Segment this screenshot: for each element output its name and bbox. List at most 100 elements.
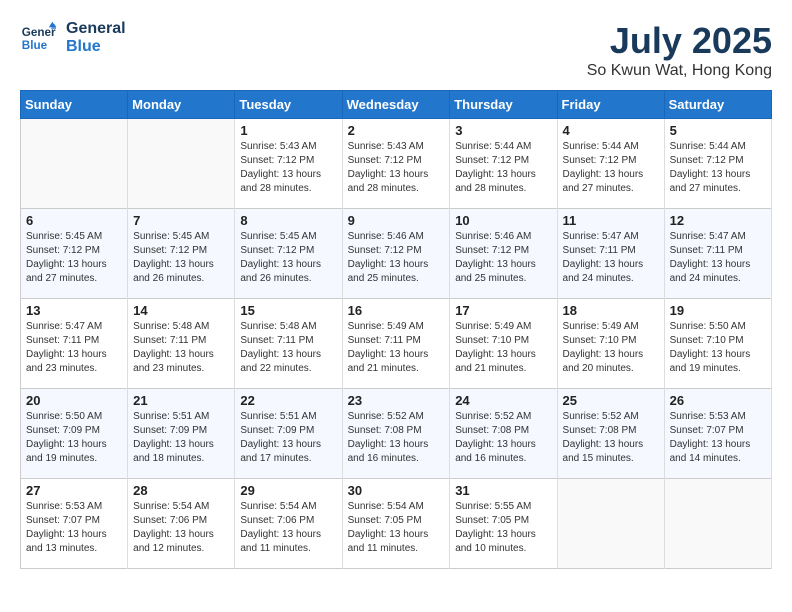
day-number: 19 xyxy=(670,303,766,318)
weekday-header-sunday: Sunday xyxy=(21,91,128,119)
day-info: Sunrise: 5:51 AMSunset: 7:09 PMDaylight:… xyxy=(133,410,229,466)
day-cell: 7 Sunrise: 5:45 AMSunset: 7:12 PMDaylight… xyxy=(128,209,235,299)
day-number: 27 xyxy=(26,483,122,498)
day-cell: 18 Sunrise: 5:49 AMSunset: 7:10 PMDayligh… xyxy=(557,299,664,389)
day-number: 31 xyxy=(455,483,551,498)
day-info: Sunrise: 5:54 AMSunset: 7:06 PMDaylight:… xyxy=(240,500,336,556)
day-cell: 12 Sunrise: 5:47 AMSunset: 7:11 PMDayligh… xyxy=(664,209,771,299)
day-cell: 17 Sunrise: 5:49 AMSunset: 7:10 PMDayligh… xyxy=(450,299,557,389)
logo-icon: General Blue xyxy=(20,20,56,56)
day-info: Sunrise: 5:53 AMSunset: 7:07 PMDaylight:… xyxy=(670,410,766,466)
week-row-5: 27 Sunrise: 5:53 AMSunset: 7:07 PMDayligh… xyxy=(21,479,772,569)
day-cell xyxy=(664,479,771,569)
day-number: 20 xyxy=(26,393,122,408)
day-number: 29 xyxy=(240,483,336,498)
day-info: Sunrise: 5:44 AMSunset: 7:12 PMDaylight:… xyxy=(670,140,766,196)
weekday-header-saturday: Saturday xyxy=(664,91,771,119)
day-cell: 30Sunrise: 5:54 AMSunset: 7:05 PMDayligh… xyxy=(342,479,450,569)
day-info: Sunrise: 5:46 AMSunset: 7:12 PMDaylight:… xyxy=(348,230,445,286)
day-cell: 16Sunrise: 5:49 AMSunset: 7:11 PMDayligh… xyxy=(342,299,450,389)
day-number: 22 xyxy=(240,393,336,408)
day-cell: 1 Sunrise: 5:43 AMSunset: 7:12 PMDaylight… xyxy=(235,119,342,209)
day-number: 21 xyxy=(133,393,229,408)
weekday-header-friday: Friday xyxy=(557,91,664,119)
day-number: 12 xyxy=(670,213,766,228)
day-info: Sunrise: 5:47 AMSunset: 7:11 PMDaylight:… xyxy=(26,320,122,376)
day-cell: 14Sunrise: 5:48 AMSunset: 7:11 PMDayligh… xyxy=(128,299,235,389)
location-title: So Kwun Wat, Hong Kong xyxy=(587,62,772,80)
day-cell: 3Sunrise: 5:44 AMSunset: 7:12 PMDaylight… xyxy=(450,119,557,209)
week-row-4: 20 Sunrise: 5:50 AMSunset: 7:09 PMDayligh… xyxy=(21,389,772,479)
day-cell: 19Sunrise: 5:50 AMSunset: 7:10 PMDayligh… xyxy=(664,299,771,389)
day-number: 4 xyxy=(563,123,659,138)
day-cell: 6Sunrise: 5:45 AMSunset: 7:12 PMDaylight… xyxy=(21,209,128,299)
day-cell: 28Sunrise: 5:54 AMSunset: 7:06 PMDayligh… xyxy=(128,479,235,569)
calendar-table: SundayMondayTuesdayWednesdayThursdayFrid… xyxy=(20,90,772,569)
day-number: 18 xyxy=(563,303,659,318)
day-info: Sunrise: 5:48 AMSunset: 7:11 PMDaylight:… xyxy=(240,320,336,376)
day-info: Sunrise: 5:49 AMSunset: 7:10 PMDaylight:… xyxy=(455,320,551,376)
day-cell: 2Sunrise: 5:43 AMSunset: 7:12 PMDaylight… xyxy=(342,119,450,209)
svg-text:Blue: Blue xyxy=(22,39,48,52)
logo: General Blue General Blue xyxy=(20,20,126,57)
day-info: Sunrise: 5:50 AMSunset: 7:09 PMDaylight:… xyxy=(26,410,122,466)
day-info: Sunrise: 5:52 AMSunset: 7:08 PMDaylight:… xyxy=(563,410,659,466)
day-number: 28 xyxy=(133,483,229,498)
day-cell: 25 Sunrise: 5:52 AMSunset: 7:08 PMDayligh… xyxy=(557,389,664,479)
day-cell: 15Sunrise: 5:48 AMSunset: 7:11 PMDayligh… xyxy=(235,299,342,389)
day-cell xyxy=(557,479,664,569)
day-info: Sunrise: 5:45 AMSunset: 7:12 PMDaylight:… xyxy=(240,230,336,286)
day-cell: 22 Sunrise: 5:51 AMSunset: 7:09 PMDayligh… xyxy=(235,389,342,479)
day-number: 1 xyxy=(240,123,336,138)
day-info: Sunrise: 5:47 AMSunset: 7:11 PMDaylight:… xyxy=(563,230,659,286)
day-number: 7 xyxy=(133,213,229,228)
day-number: 10 xyxy=(455,213,551,228)
day-info: Sunrise: 5:53 AMSunset: 7:07 PMDaylight:… xyxy=(26,500,122,556)
day-cell: 4 Sunrise: 5:44 AMSunset: 7:12 PMDaylight… xyxy=(557,119,664,209)
day-info: Sunrise: 5:54 AMSunset: 7:05 PMDaylight:… xyxy=(348,500,445,556)
day-number: 13 xyxy=(26,303,122,318)
day-info: Sunrise: 5:43 AMSunset: 7:12 PMDaylight:… xyxy=(240,140,336,196)
day-info: Sunrise: 5:49 AMSunset: 7:10 PMDaylight:… xyxy=(563,320,659,376)
day-info: Sunrise: 5:52 AMSunset: 7:08 PMDaylight:… xyxy=(455,410,551,466)
day-info: Sunrise: 5:45 AMSunset: 7:12 PMDaylight:… xyxy=(133,230,229,286)
day-cell: 26 Sunrise: 5:53 AMSunset: 7:07 PMDayligh… xyxy=(664,389,771,479)
day-info: Sunrise: 5:44 AMSunset: 7:12 PMDaylight:… xyxy=(455,140,551,196)
day-number: 23 xyxy=(348,393,445,408)
day-number: 9 xyxy=(348,213,445,228)
weekday-header-wednesday: Wednesday xyxy=(342,91,450,119)
day-number: 17 xyxy=(455,303,551,318)
day-info: Sunrise: 5:52 AMSunset: 7:08 PMDaylight:… xyxy=(348,410,445,466)
title-area: July 2025 So Kwun Wat, Hong Kong xyxy=(587,20,772,80)
weekday-header-row: SundayMondayTuesdayWednesdayThursdayFrid… xyxy=(21,91,772,119)
weekday-header-monday: Monday xyxy=(128,91,235,119)
logo-line1: General xyxy=(66,20,126,38)
day-cell: 24 Sunrise: 5:52 AMSunset: 7:08 PMDayligh… xyxy=(450,389,557,479)
day-cell: 5Sunrise: 5:44 AMSunset: 7:12 PMDaylight… xyxy=(664,119,771,209)
day-info: Sunrise: 5:47 AMSunset: 7:11 PMDaylight:… xyxy=(670,230,766,286)
page-header: General Blue General Blue July 2025 So K… xyxy=(20,20,772,80)
day-cell: 10Sunrise: 5:46 AMSunset: 7:12 PMDayligh… xyxy=(450,209,557,299)
day-cell: 13 Sunrise: 5:47 AMSunset: 7:11 PMDayligh… xyxy=(21,299,128,389)
day-cell: 31Sunrise: 5:55 AMSunset: 7:05 PMDayligh… xyxy=(450,479,557,569)
day-number: 24 xyxy=(455,393,551,408)
svg-text:General: General xyxy=(22,27,56,40)
day-cell: 8 Sunrise: 5:45 AMSunset: 7:12 PMDaylight… xyxy=(235,209,342,299)
day-number: 8 xyxy=(240,213,336,228)
day-cell: 20 Sunrise: 5:50 AMSunset: 7:09 PMDayligh… xyxy=(21,389,128,479)
day-number: 6 xyxy=(26,213,122,228)
day-number: 25 xyxy=(563,393,659,408)
weekday-header-thursday: Thursday xyxy=(450,91,557,119)
day-info: Sunrise: 5:51 AMSunset: 7:09 PMDaylight:… xyxy=(240,410,336,466)
day-cell: 9 Sunrise: 5:46 AMSunset: 7:12 PMDaylight… xyxy=(342,209,450,299)
day-number: 2 xyxy=(348,123,445,138)
week-row-3: 13 Sunrise: 5:47 AMSunset: 7:11 PMDayligh… xyxy=(21,299,772,389)
day-number: 16 xyxy=(348,303,445,318)
day-cell: 27 Sunrise: 5:53 AMSunset: 7:07 PMDayligh… xyxy=(21,479,128,569)
day-number: 26 xyxy=(670,393,766,408)
day-cell: 29 Sunrise: 5:54 AMSunset: 7:06 PMDayligh… xyxy=(235,479,342,569)
day-info: Sunrise: 5:44 AMSunset: 7:12 PMDaylight:… xyxy=(563,140,659,196)
day-cell: 11Sunrise: 5:47 AMSunset: 7:11 PMDayligh… xyxy=(557,209,664,299)
day-cell: 21 Sunrise: 5:51 AMSunset: 7:09 PMDayligh… xyxy=(128,389,235,479)
week-row-2: 6 Sunrise: 5:45 AMSunset: 7:12 PMDaylight… xyxy=(21,209,772,299)
